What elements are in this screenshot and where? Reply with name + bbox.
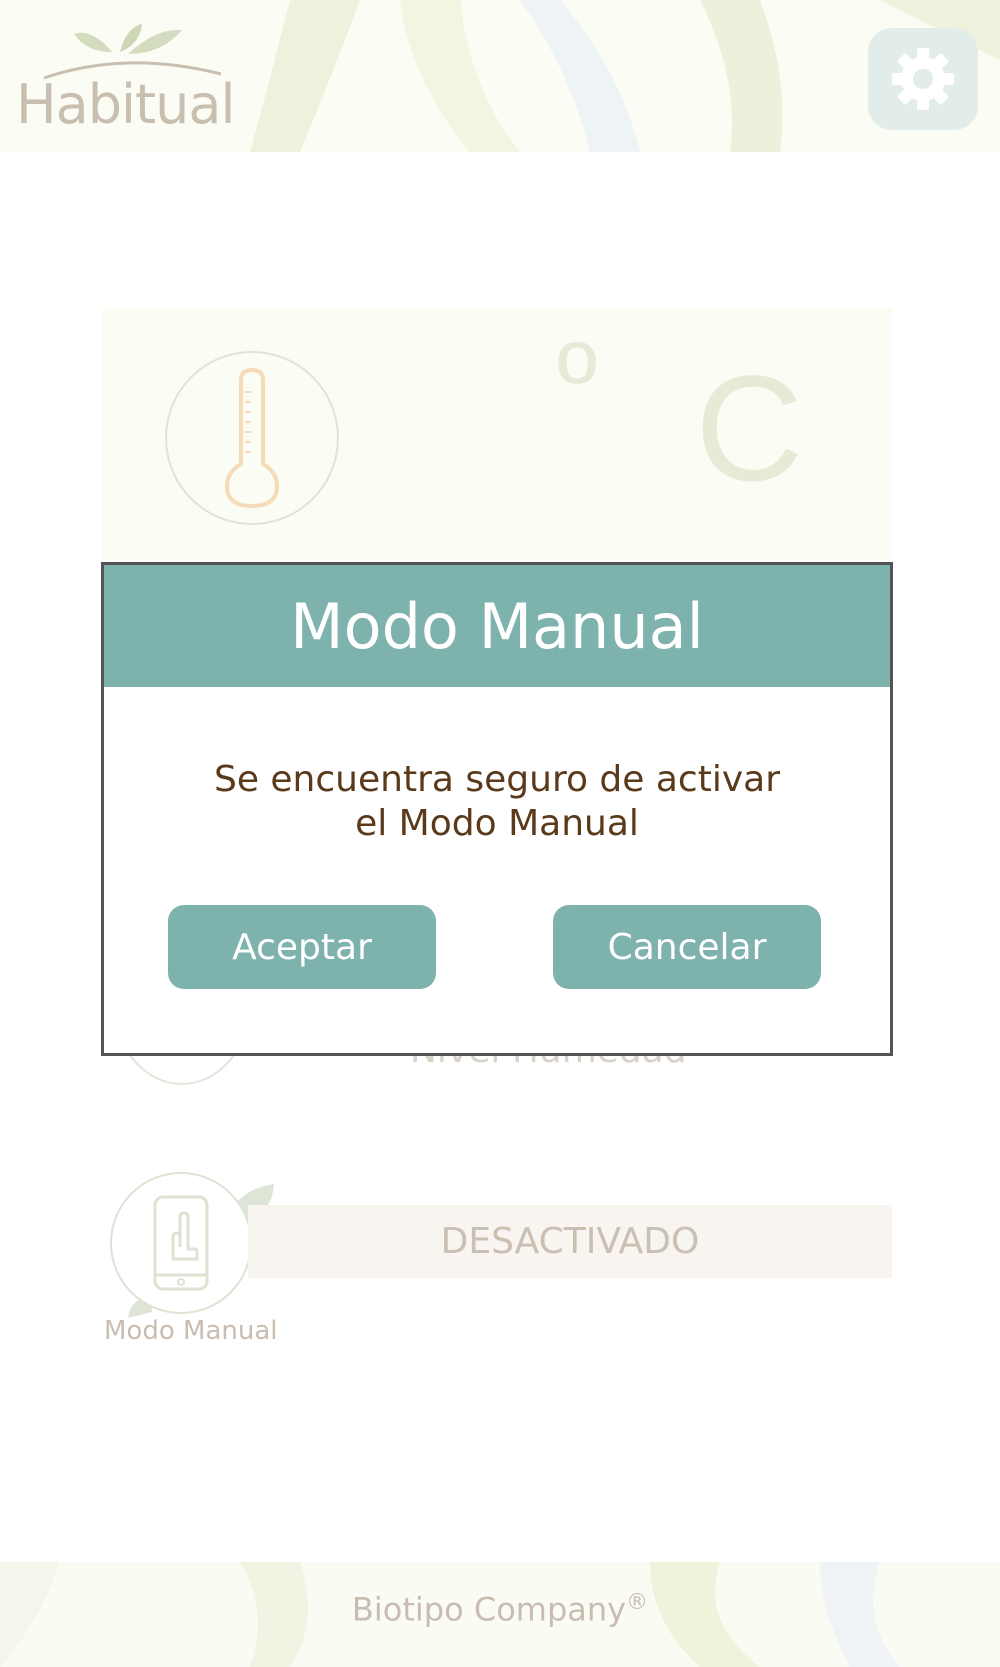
dialog-title: Modo Manual: [104, 565, 890, 687]
manual-mode-caption: Modo Manual: [104, 1316, 278, 1346]
temperature-card: º C: [102, 308, 892, 560]
phone-touch-icon: [153, 1195, 209, 1291]
gear-icon: [892, 48, 954, 110]
degree-symbol: º: [557, 320, 598, 443]
app-header: Habitual: [0, 0, 1000, 152]
logo-text: Habitual: [16, 73, 235, 136]
accept-button[interactable]: Aceptar: [168, 905, 436, 989]
habitual-logo: Habitual: [16, 20, 235, 136]
dialog-message: Se encuentra seguro de activar el Modo M…: [104, 758, 890, 846]
trademark-symbol: ®: [626, 1590, 649, 1615]
company-name: Biotipo Company: [351, 1590, 627, 1629]
temperature-icon-circle: [165, 351, 339, 525]
dialog-message-line2: el Modo Manual: [355, 803, 639, 844]
cancel-button[interactable]: Cancelar: [553, 905, 821, 989]
temperature-unit: C: [695, 344, 804, 512]
settings-button[interactable]: [868, 28, 978, 130]
manual-mode-toggle[interactable]: [110, 1172, 252, 1314]
manual-mode-status: DESACTIVADO: [248, 1205, 892, 1278]
app-footer: Biotipo Company®: [0, 1562, 1000, 1667]
thermometer-icon: [224, 368, 280, 508]
footer-company: Biotipo Company®: [0, 1590, 1000, 1629]
confirm-dialog: Modo Manual Se encuentra seguro de activ…: [101, 562, 893, 1056]
dialog-message-line1: Se encuentra seguro de activar: [213, 759, 781, 800]
manual-mode-status-text: DESACTIVADO: [440, 1221, 700, 1262]
